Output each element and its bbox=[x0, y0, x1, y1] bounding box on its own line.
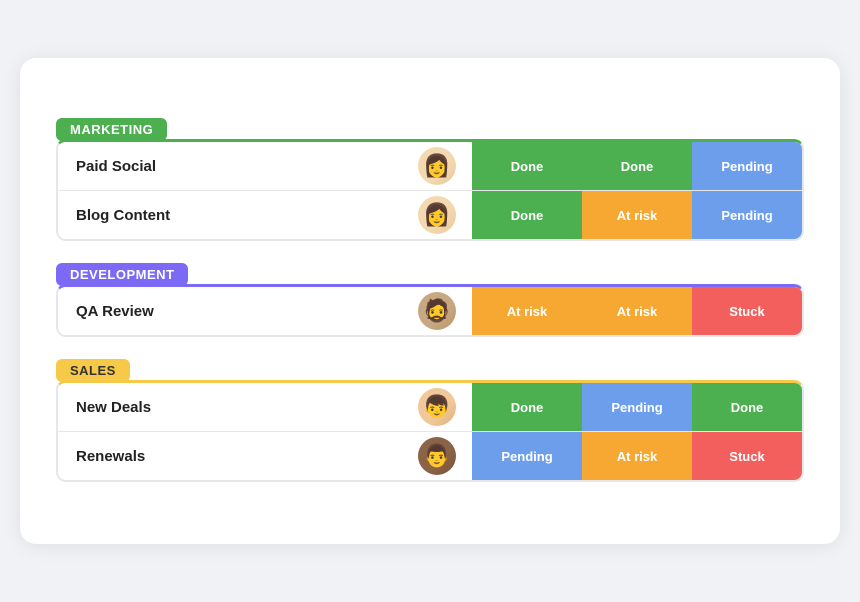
table-row: QA Review🧔At riskAt riskStuck bbox=[58, 287, 802, 335]
status-badge: Pending bbox=[472, 432, 582, 480]
group-body-marketing: Paid Social👩DoneDonePendingBlog Content👩… bbox=[56, 139, 804, 241]
status-badge: Pending bbox=[692, 142, 802, 190]
group-body-development: QA Review🧔At riskAt riskStuck bbox=[56, 284, 804, 337]
status-badge: Pending bbox=[692, 191, 802, 239]
status-cells: DoneDonePending bbox=[472, 142, 802, 190]
avatar: 🧔 bbox=[418, 292, 456, 330]
group-development: DEVELOPMENTQA Review🧔At riskAt riskStuck bbox=[56, 263, 804, 337]
status-badge: Done bbox=[472, 142, 582, 190]
status-badge: Stuck bbox=[692, 287, 802, 335]
group-body-sales: New Deals👦DonePendingDoneRenewals👨Pendin… bbox=[56, 380, 804, 482]
avatar: 👩 bbox=[418, 147, 456, 185]
avatar: 👩 bbox=[418, 196, 456, 234]
status-cells: DoneAt riskPending bbox=[472, 191, 802, 239]
group-header-marketing: MARKETING bbox=[56, 118, 167, 141]
group-marketing: MARKETINGPaid Social👩DoneDonePendingBlog… bbox=[56, 118, 804, 241]
status-badge: Stuck bbox=[692, 432, 802, 480]
status-badge: Pending bbox=[582, 383, 692, 431]
table-row: Renewals👨 PendingAt riskStuck bbox=[58, 432, 802, 480]
row-name: QA Review bbox=[58, 289, 418, 334]
table-row: Paid Social👩DoneDonePending bbox=[58, 142, 802, 191]
status-badge: At risk bbox=[582, 191, 692, 239]
status-badge: Done bbox=[692, 383, 802, 431]
avatar: 👦 bbox=[418, 388, 456, 426]
row-name: New Deals bbox=[58, 385, 418, 430]
row-name: Renewals bbox=[58, 434, 418, 479]
avatar: 👨 bbox=[418, 437, 456, 475]
group-header-sales: SALES bbox=[56, 359, 130, 382]
group-header-development: DEVELOPMENT bbox=[56, 263, 188, 286]
status-badge: Done bbox=[472, 191, 582, 239]
status-cells: PendingAt riskStuck bbox=[472, 432, 802, 480]
status-badge: At risk bbox=[582, 432, 692, 480]
status-badge: At risk bbox=[582, 287, 692, 335]
row-name: Paid Social bbox=[58, 144, 418, 189]
table-row: Blog Content👩 DoneAt riskPending bbox=[58, 191, 802, 239]
table-row: New Deals👦 DonePendingDone bbox=[58, 383, 802, 432]
status-cells: DonePendingDone bbox=[472, 383, 802, 431]
status-badge: At risk bbox=[472, 287, 582, 335]
status-cells: At riskAt riskStuck bbox=[472, 287, 802, 335]
status-badge: Done bbox=[582, 142, 692, 190]
main-card: MARKETINGPaid Social👩DoneDonePendingBlog… bbox=[20, 58, 840, 544]
group-sales: SALESNew Deals👦DonePendingDoneRenewals👨P… bbox=[56, 359, 804, 482]
row-name: Blog Content bbox=[58, 193, 418, 238]
status-badge: Done bbox=[472, 383, 582, 431]
